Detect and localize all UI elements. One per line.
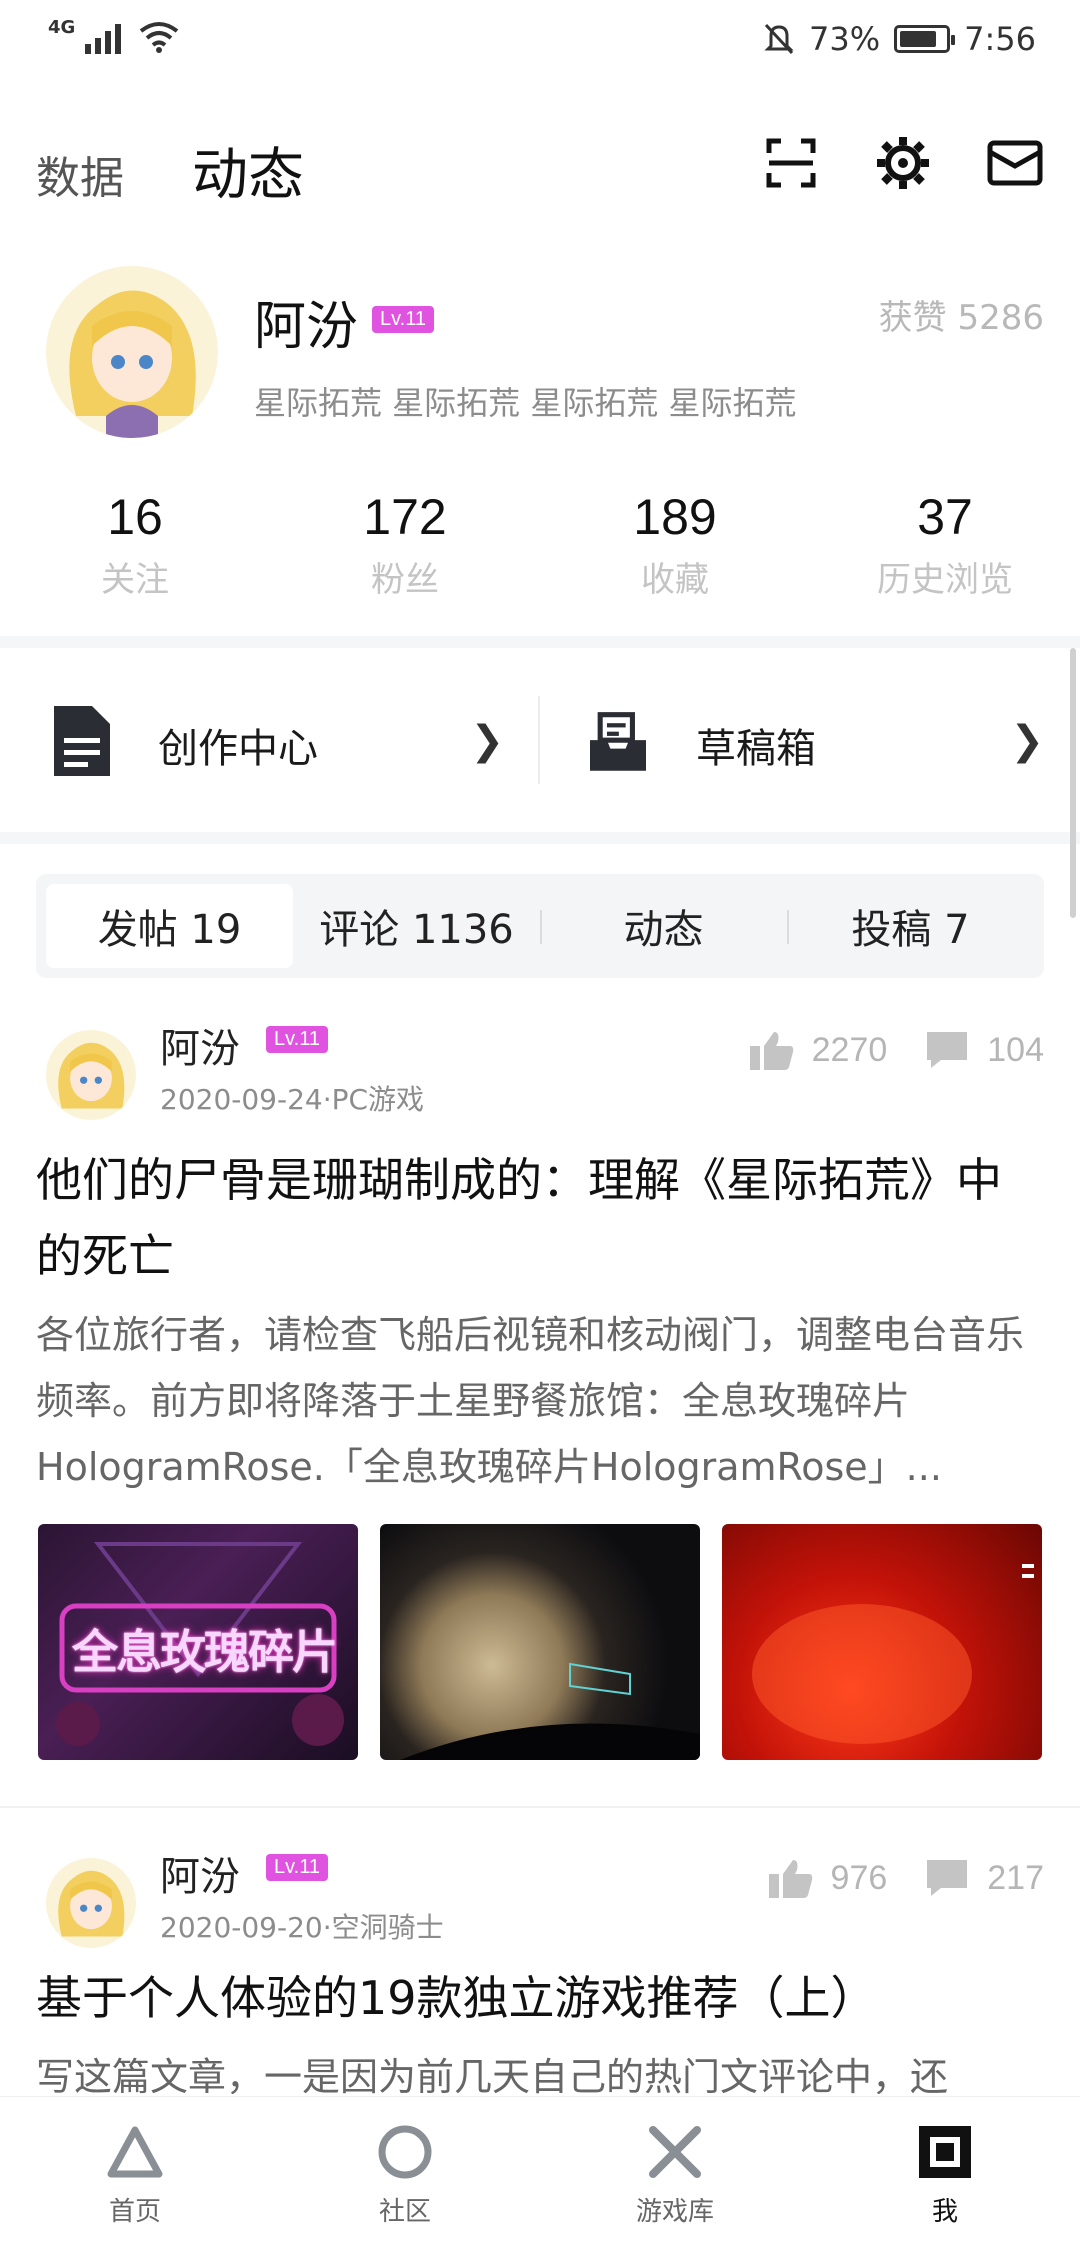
like-count: 2270 (811, 1030, 888, 1069)
post-divider (0, 1806, 1080, 1808)
network-type: 4G (48, 16, 76, 38)
post-excerpt: 各位旅行者，请检查飞船后视镜和核动阀门，调整电台音乐频率。前方即将降落于土星野餐… (36, 1313, 1025, 1489)
document-icon (54, 706, 110, 776)
scan-icon (766, 138, 816, 188)
cross-icon (649, 2126, 701, 2178)
post-meta: 2020-09-20·空洞骑士 (160, 1911, 444, 1944)
stat-value: 16 (107, 489, 163, 545)
tab-dynamic[interactable]: 动态 (192, 130, 304, 211)
level-badge: Lv.11 (266, 1026, 328, 1053)
stat-label: 粉丝 (371, 560, 439, 600)
battery-percent: 73% (809, 20, 881, 58)
tab-comments[interactable]: 评论 1136 (293, 884, 540, 968)
stat-label: 收藏 (641, 560, 709, 600)
nav-home[interactable]: 首页 (0, 2097, 270, 2244)
tab-data[interactable]: 数据 (36, 142, 124, 206)
post-title[interactable]: 基于个人体验的19款独立游戏推荐（上） (36, 1960, 1046, 2036)
triangle-icon (107, 2126, 163, 2178)
avatar[interactable] (46, 266, 218, 438)
scrollbar[interactable] (1070, 648, 1076, 918)
content-tabs: 发帖 19 评论 1136 动态 投稿 7 (36, 874, 1044, 978)
thumbs-up-icon[interactable] (749, 1030, 794, 1070)
quick-entry-row: 创作中心 ❯ 草稿箱 ❯ (0, 648, 1080, 832)
mute-bell-icon (764, 23, 794, 55)
nav-community[interactable]: 社区 (270, 2097, 540, 2244)
post-title[interactable]: 他们的尸骨是珊瑚制成的：理解《星际拓荒》中的死亡 (36, 1142, 1046, 1294)
tab-submissions[interactable]: 投稿 7 (787, 884, 1034, 968)
stat-value: 37 (917, 489, 973, 545)
comment-icon[interactable] (925, 1858, 969, 1898)
gear-icon (877, 137, 929, 189)
post-image[interactable]: 全息玫瑰碎片 (38, 1524, 358, 1760)
stat-value: 189 (633, 489, 717, 545)
username: 阿汾 (254, 297, 359, 357)
post-image[interactable] (722, 1524, 1042, 1760)
creation-center-button[interactable]: 创作中心 ❯ (0, 648, 540, 832)
post-author[interactable]: 阿汾 (160, 1844, 240, 1902)
likes-count: 获赞 5286 (878, 298, 1044, 338)
drafts-box-icon (590, 712, 646, 771)
stats-row: 16 关注 172 粉丝 189 收藏 37 历史浏览 (0, 488, 1080, 608)
stat-label: 关注 (101, 560, 169, 600)
avatar[interactable] (46, 1858, 136, 1948)
top-header: 数据 动态 (0, 120, 1080, 220)
circle-icon (378, 2125, 432, 2179)
section-divider (0, 636, 1080, 648)
nav-label: 我 (931, 2197, 958, 2227)
comment-count: 104 (987, 1030, 1044, 1069)
nav-label: 游戏库 (635, 2197, 714, 2227)
comment-count: 217 (987, 1858, 1044, 1897)
stat-fans[interactable]: 172 粉丝 (270, 488, 540, 608)
post-excerpt: 写这篇文章，一是因为前几天自己的热门文评论中，还 (36, 2055, 949, 2094)
level-badge: Lv.11 (372, 306, 434, 333)
tab-posts[interactable]: 发帖 19 (46, 884, 293, 968)
clock: 7:56 (964, 20, 1036, 58)
nav-label: 首页 (108, 2197, 161, 2227)
stat-following[interactable]: 16 关注 (0, 488, 270, 608)
thumbs-up-icon[interactable] (768, 1858, 813, 1898)
mail-icon (987, 140, 1043, 186)
post-meta: 2020-09-24·PC游戏 (160, 1083, 425, 1116)
tab-activity[interactable]: 动态 (540, 884, 787, 968)
stat-history[interactable]: 37 历史浏览 (810, 488, 1080, 608)
avatar[interactable] (46, 1030, 136, 1120)
post-images: 全息玫瑰碎片 (38, 1524, 1042, 1760)
post-image[interactable] (380, 1524, 700, 1760)
drafts-button[interactable]: 草稿箱 ❯ (540, 648, 1080, 832)
bottom-navigation: 首页 社区 游戏库 我 (0, 2096, 1080, 2244)
comment-icon[interactable] (925, 1030, 969, 1070)
like-count: 976 (830, 1858, 888, 1897)
wifi-icon (140, 22, 179, 53)
stat-value: 172 (363, 489, 447, 545)
post-author[interactable]: 阿汾 (160, 1016, 240, 1074)
section-divider (0, 832, 1080, 844)
profile-section: 阿汾 Lv.11 获赞 5286 星际拓荒 星际拓荒 星际拓荒 星际拓荒 (0, 266, 1080, 456)
battery-icon (894, 25, 956, 53)
nav-me[interactable]: 我 (810, 2097, 1080, 2244)
nav-game-library[interactable]: 游戏库 (540, 2097, 810, 2244)
quick-divider (538, 696, 540, 784)
stat-favorites[interactable]: 189 收藏 (540, 488, 810, 608)
signature: 星际拓荒 星际拓荒 星际拓荒 星际拓荒 (254, 384, 797, 422)
image-title-text: 全息玫瑰碎片 (72, 1625, 338, 1679)
status-bar: 4G 73% 7:56 (0, 0, 1080, 84)
scan-button[interactable] (762, 134, 820, 192)
drafts-label: 草稿箱 (696, 726, 816, 772)
creation-center-label: 创作中心 (158, 726, 318, 772)
chevron-right-icon: ❯ (1010, 718, 1044, 764)
stat-label: 历史浏览 (877, 560, 1013, 600)
settings-button[interactable] (874, 134, 932, 192)
square-icon (919, 2126, 971, 2178)
chevron-right-icon: ❯ (470, 718, 504, 764)
level-badge: Lv.11 (266, 1854, 328, 1881)
signal-icon (85, 24, 122, 54)
nav-label: 社区 (378, 2197, 431, 2227)
message-button[interactable] (986, 134, 1044, 192)
